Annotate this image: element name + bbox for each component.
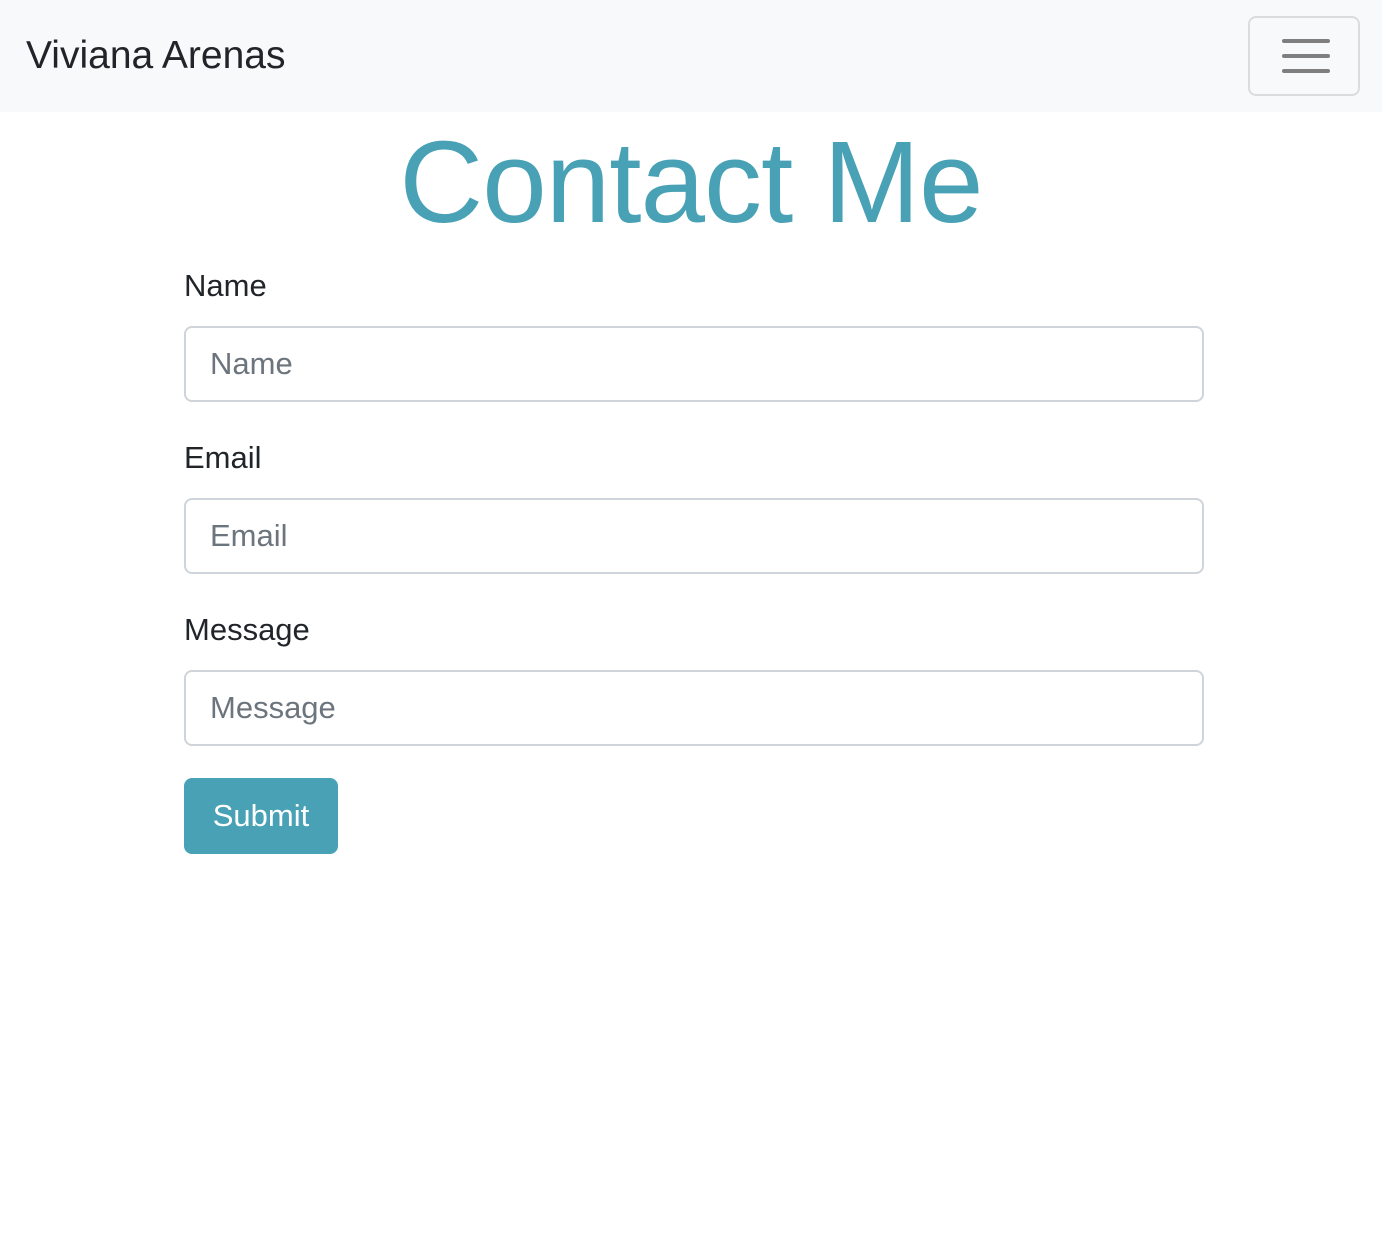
navbar-toggler-button[interactable] — [1248, 16, 1360, 96]
name-input[interactable] — [184, 326, 1204, 402]
message-label: Message — [184, 612, 310, 647]
submit-button[interactable]: Submit — [184, 778, 338, 854]
email-label: Email — [184, 440, 262, 475]
page-title: Contact Me — [399, 117, 983, 247]
navbar: Viviana Arenas — [0, 0, 1382, 112]
message-input[interactable] — [184, 670, 1204, 746]
name-label: Name — [184, 268, 267, 303]
hamburger-bar — [1282, 69, 1330, 73]
email-input[interactable] — [184, 498, 1204, 574]
hamburger-bar — [1282, 39, 1330, 43]
hamburger-bar — [1282, 54, 1330, 58]
navbar-brand[interactable]: Viviana Arenas — [26, 32, 285, 80]
